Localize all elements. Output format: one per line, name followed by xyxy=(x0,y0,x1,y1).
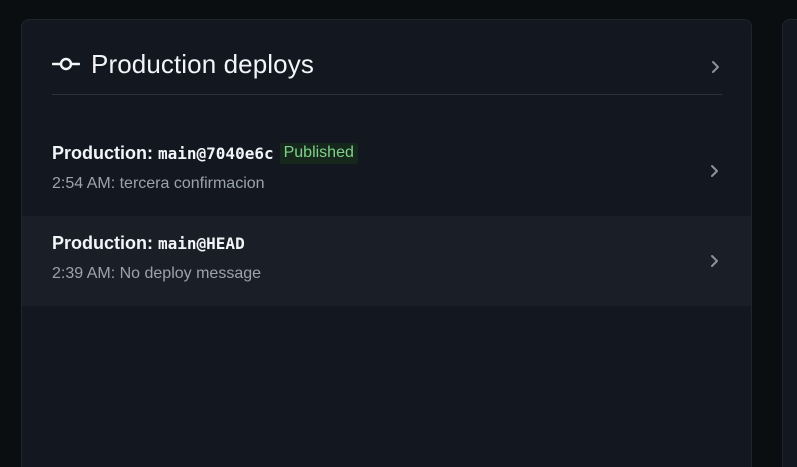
chevron-right-icon[interactable] xyxy=(709,254,721,268)
deploy-row[interactable]: Production: main@7040e6c Published 2:54 … xyxy=(22,126,751,216)
deploy-time: 2:54 AM: xyxy=(52,175,116,192)
page: Production deploys Production: main@7040… xyxy=(0,0,797,467)
card-header[interactable]: Production deploys xyxy=(52,20,722,95)
deploy-meta: 2:39 AM: No deploy message xyxy=(52,265,261,283)
adjacent-card xyxy=(782,19,797,467)
deploy-row[interactable]: Production: main@HEAD 2:39 AM: No deploy… xyxy=(22,216,751,306)
deploy-environment: Production: xyxy=(52,233,153,253)
deploy-time: 2:39 AM: xyxy=(52,265,116,282)
deploy-message: tercera confirmacion xyxy=(119,175,265,192)
production-deploys-card: Production deploys Production: main@7040… xyxy=(21,19,752,467)
deploy-ref: main@7040e6c xyxy=(158,144,274,163)
deploy-meta: 2:54 AM: tercera confirmacion xyxy=(52,175,265,193)
deploy-message: No deploy message xyxy=(119,265,262,282)
commit-icon xyxy=(52,57,80,71)
chevron-right-icon[interactable] xyxy=(710,60,722,74)
chevron-right-icon[interactable] xyxy=(709,164,721,178)
deploy-ref: main@HEAD xyxy=(158,234,245,253)
published-badge: Published xyxy=(279,143,358,164)
deploy-environment: Production: xyxy=(52,143,153,163)
deploy-heading: Production: main@HEAD xyxy=(52,233,245,254)
card-title: Production deploys xyxy=(91,48,314,79)
deploy-heading: Production: main@7040e6c Published xyxy=(52,143,358,164)
